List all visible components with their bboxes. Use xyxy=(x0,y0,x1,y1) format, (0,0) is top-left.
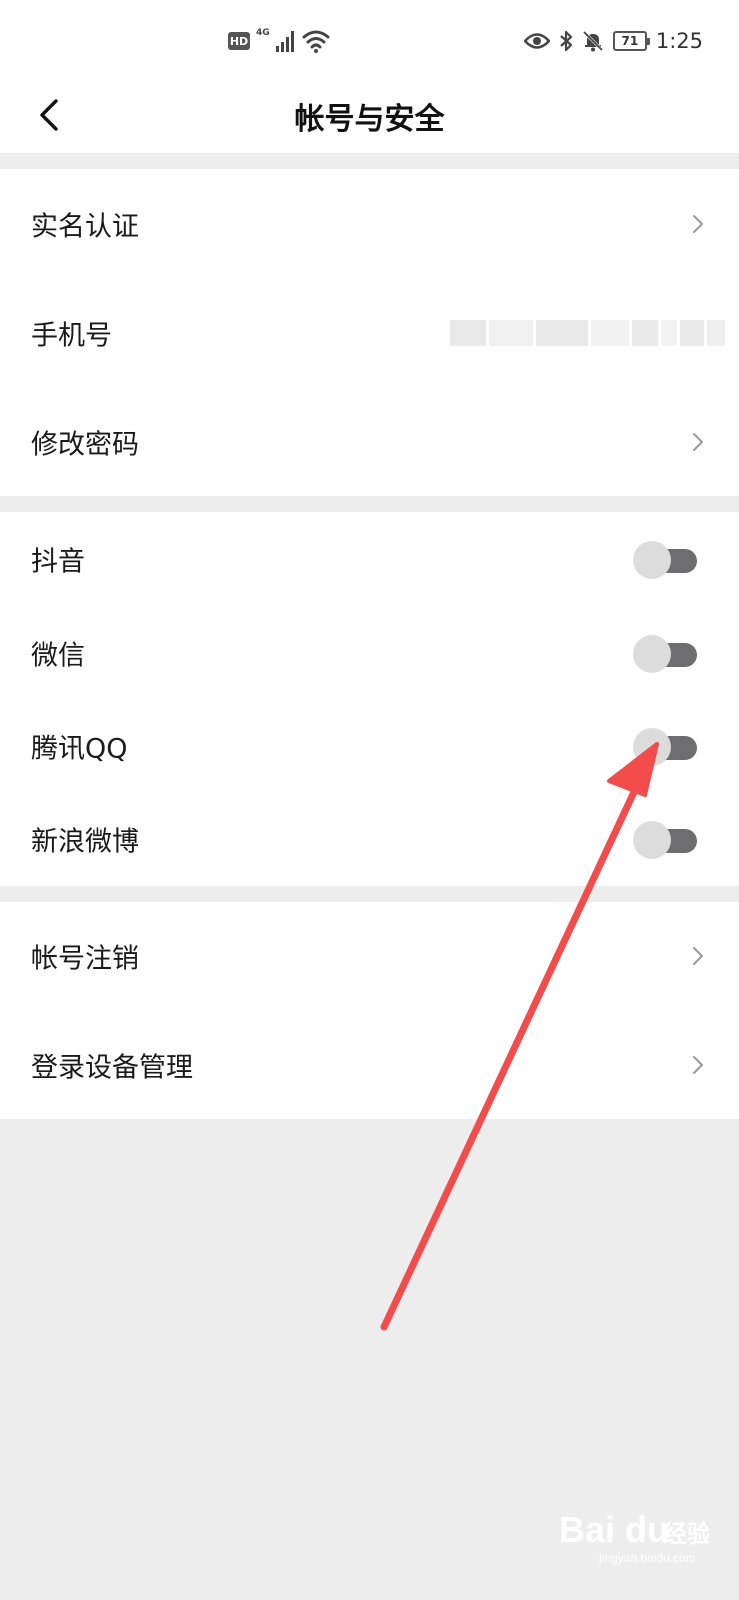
watermark-brand: Bai du xyxy=(559,1509,669,1550)
toggle-knob xyxy=(633,541,671,579)
toggle-knob xyxy=(633,634,671,673)
qq-toggle[interactable] xyxy=(633,727,697,766)
signal-icon xyxy=(275,31,294,52)
row-label: 登录设备管理 xyxy=(31,1052,193,1083)
row-label: 抖音 xyxy=(31,546,85,578)
weibo-toggle[interactable] xyxy=(633,821,697,859)
row-change-password[interactable]: 修改密码 xyxy=(0,387,739,496)
battery-icon: 71 xyxy=(612,31,650,51)
row-label: 实名认证 xyxy=(31,211,139,242)
chevron-right-icon xyxy=(693,1055,703,1074)
settings-group-account: 实名认证 手机号 修改密码 xyxy=(0,169,739,496)
row-label: 新浪微博 xyxy=(31,826,139,858)
row-account-cancel[interactable]: 帐号注销 xyxy=(0,902,739,1010)
settings-group-management: 帐号注销 登录设备管理 xyxy=(0,902,739,1119)
watermark-url: jingyan.baidu.com xyxy=(598,1551,696,1565)
chevron-right-icon xyxy=(693,947,703,965)
row-wechat: 微信 xyxy=(0,606,739,699)
row-label: 手机号 xyxy=(31,320,112,351)
bluetooth-icon xyxy=(560,30,572,52)
status-left: HD 4G xyxy=(228,26,330,56)
settings-group-bindings: 抖音 微信 腾讯QQ 新浪微博 xyxy=(0,512,739,886)
toggle-knob xyxy=(633,821,671,859)
row-label: 腾讯QQ xyxy=(31,733,128,764)
status-bar: HD 4G 71 1:25 xyxy=(0,0,739,80)
status-time: 1:25 xyxy=(655,29,703,53)
row-real-name[interactable]: 实名认证 xyxy=(0,169,739,278)
wifi-icon xyxy=(302,30,330,53)
chevron-right-icon xyxy=(693,432,703,451)
account-security-screen: HD 4G 71 1:25 帐号与安全 实名认证 手机号 修改密码 抖音 微信 … xyxy=(0,0,739,1600)
row-label: 帐号注销 xyxy=(31,943,139,975)
nav-bar: 帐号与安全 xyxy=(0,80,739,153)
baidu-watermark-logo: Bai du 经验 jingyan.baidu.com xyxy=(559,1509,709,1565)
bell-muted-icon xyxy=(582,30,603,52)
row-device-management[interactable]: 登录设备管理 xyxy=(0,1010,739,1119)
phone-number-redacted xyxy=(450,319,725,346)
eye-icon xyxy=(523,33,550,49)
status-right: 71 1:25 xyxy=(523,24,703,58)
douyin-toggle[interactable] xyxy=(633,541,697,579)
row-label: 修改密码 xyxy=(31,429,139,460)
chevron-right-icon xyxy=(693,214,703,233)
page-title: 帐号与安全 xyxy=(294,102,445,137)
row-qq: 腾讯QQ xyxy=(0,699,739,792)
row-weibo: 新浪微博 xyxy=(0,792,739,886)
row-douyin: 抖音 xyxy=(0,512,739,606)
wechat-toggle[interactable] xyxy=(633,634,697,673)
hd-badge: HD xyxy=(228,32,250,50)
toggle-knob xyxy=(633,727,671,766)
row-phone[interactable]: 手机号 xyxy=(0,278,739,387)
network-type: 4G xyxy=(256,28,270,38)
row-label: 微信 xyxy=(31,640,85,671)
watermark-suffix: 经验 xyxy=(663,1520,709,1548)
